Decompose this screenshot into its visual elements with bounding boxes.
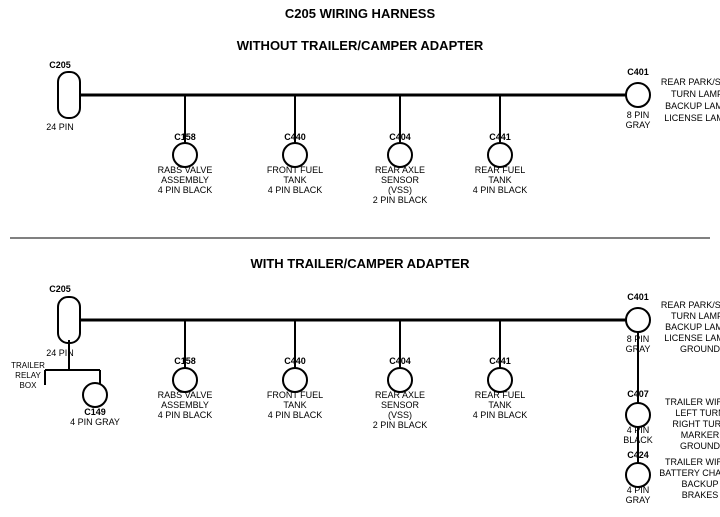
c404-sub4: 2 PIN BLACK xyxy=(373,195,428,205)
c404-sub2: SENSOR xyxy=(381,175,420,185)
c404b-sub4: 2 PIN BLACK xyxy=(373,420,428,430)
c407-connector xyxy=(626,403,650,427)
c441-sub2: TANK xyxy=(488,175,511,185)
c404b-sub1: REAR AXLE xyxy=(375,390,425,400)
c441b-label: C441 xyxy=(489,356,511,366)
c158-sub3: 4 PIN BLACK xyxy=(158,185,213,195)
c424-gray: GRAY xyxy=(626,495,651,505)
c407-right2: LEFT TURN xyxy=(675,408,720,418)
c401b-label: C401 xyxy=(627,292,649,302)
c401-right1: REAR PARK/STOP xyxy=(661,77,720,87)
c407-pin: 4 PIN xyxy=(627,425,650,435)
c404-sub3: (VSS) xyxy=(388,185,412,195)
c401-sublabel: 8 PIN xyxy=(627,110,650,120)
c205b-label: C205 xyxy=(49,284,71,294)
c424-pin: 4 PIN xyxy=(627,485,650,495)
c404b-sub2: SENSOR xyxy=(381,400,420,410)
c401b-right5: GROUND xyxy=(680,344,720,354)
c441-label: C441 xyxy=(489,132,511,142)
c441b-connector xyxy=(488,368,512,392)
c407-black: BLACK xyxy=(623,435,653,445)
c401b-right3: BACKUP LAMPS xyxy=(665,322,720,332)
c441-sub1: REAR FUEL xyxy=(475,165,526,175)
c440b-sub1: FRONT FUEL xyxy=(267,390,323,400)
c158b-sub1: RABS VALVE xyxy=(158,390,213,400)
c424-label: C424 xyxy=(627,450,649,460)
c407-right1: TRAILER WIRES xyxy=(665,397,720,407)
c158b-sub2: ASSEMBLY xyxy=(161,400,209,410)
trailer-relay-label3: BOX xyxy=(20,381,38,390)
c404-sub1: REAR AXLE xyxy=(375,165,425,175)
section2-label: WITH TRAILER/CAMPER ADAPTER xyxy=(250,256,470,271)
c149-label: C149 xyxy=(84,407,106,417)
c407-right4: MARKER xyxy=(681,430,720,440)
c440b-sub3: 4 PIN BLACK xyxy=(268,410,323,420)
c158b-label: C158 xyxy=(174,356,196,366)
c404b-sub3: (VSS) xyxy=(388,410,412,420)
c401b-right1: REAR PARK/STOP xyxy=(661,300,720,310)
c424-right4: BRAKES xyxy=(682,490,719,500)
c424-right1: TRAILER WIRES xyxy=(665,457,720,467)
c205b-connector xyxy=(58,297,80,343)
c158-sub1: RABS VALVE xyxy=(158,165,213,175)
diagram-svg: C205 WIRING HARNESS WITHOUT TRAILER/CAMP… xyxy=(0,0,720,517)
c401-right4: LICENSE LAMPS xyxy=(664,113,720,123)
c440-label: C440 xyxy=(284,132,306,142)
c158-label: C158 xyxy=(174,132,196,142)
c440-connector xyxy=(283,143,307,167)
c205-connector xyxy=(58,72,80,118)
c158-sub2: ASSEMBLY xyxy=(161,175,209,185)
c158-connector xyxy=(173,143,197,167)
c407-label: C407 xyxy=(627,389,649,399)
c149-connector xyxy=(83,383,107,407)
c441-connector xyxy=(488,143,512,167)
section1-label: WITHOUT TRAILER/CAMPER ADAPTER xyxy=(237,38,484,53)
c205-label: C205 xyxy=(49,60,71,70)
c404b-connector xyxy=(388,368,412,392)
c440-sub2: TANK xyxy=(283,175,306,185)
c440b-sub2: TANK xyxy=(283,400,306,410)
trailer-relay-label2: RELAY xyxy=(15,371,41,380)
c404-label: C404 xyxy=(389,132,411,142)
c440-sub3: 4 PIN BLACK xyxy=(268,185,323,195)
c401-right2: TURN LAMPS xyxy=(671,89,720,99)
c440-sub1: FRONT FUEL xyxy=(267,165,323,175)
c407-right3: RIGHT TURN xyxy=(672,419,720,429)
c205-sublabel: 24 PIN xyxy=(46,122,74,132)
c158b-sub3: 4 PIN BLACK xyxy=(158,410,213,420)
c440b-connector xyxy=(283,368,307,392)
c424-right2: BATTERY CHARGE xyxy=(659,468,720,478)
c407-right5: GROUND xyxy=(680,441,720,451)
c441b-sub3: 4 PIN BLACK xyxy=(473,410,528,420)
diagram-title: C205 WIRING HARNESS xyxy=(285,6,436,21)
c401-gray: GRAY xyxy=(626,120,651,130)
c158b-connector xyxy=(173,368,197,392)
c424-connector xyxy=(626,463,650,487)
c441b-sub2: TANK xyxy=(488,400,511,410)
c401-right3: BACKUP LAMPS xyxy=(665,101,720,111)
c424-right3: BACKUP xyxy=(681,479,718,489)
c440b-label: C440 xyxy=(284,356,306,366)
trailer-relay-label1: TRAILER xyxy=(11,361,45,370)
c441b-sub1: REAR FUEL xyxy=(475,390,526,400)
c441-sub3: 4 PIN BLACK xyxy=(473,185,528,195)
c401-label: C401 xyxy=(627,67,649,77)
c401b-right4: LICENSE LAMPS xyxy=(664,333,720,343)
c401b-connector xyxy=(626,308,650,332)
c149-sublabel: 4 PIN GRAY xyxy=(70,417,120,427)
c404-connector xyxy=(388,143,412,167)
wiring-diagram: C205 WIRING HARNESS WITHOUT TRAILER/CAMP… xyxy=(0,0,720,517)
c401-connector xyxy=(626,83,650,107)
c401b-right2: TURN LAMPS xyxy=(671,311,720,321)
c404b-label: C404 xyxy=(389,356,411,366)
